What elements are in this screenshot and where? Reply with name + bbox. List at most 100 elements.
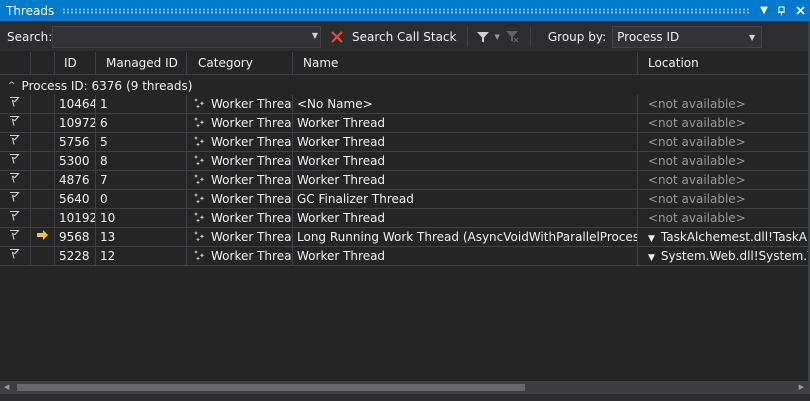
flag-thread-button[interactable] xyxy=(0,228,31,246)
table-row[interactable]: 5640 0 Worker Thread GC Finalizer Thread <no… xyxy=(0,190,810,209)
flag-icon[interactable] xyxy=(8,153,20,168)
window-title: Threads xyxy=(6,3,55,18)
col-current-header[interactable] xyxy=(31,52,55,75)
table-row[interactable]: 9568 13 Worker Thread Long Running Work Thr… xyxy=(0,228,810,247)
pin-window-button[interactable] xyxy=(774,3,790,19)
thread-id: 5300 xyxy=(55,152,96,170)
horizontal-scrollbar[interactable]: ◀ ▶ xyxy=(0,381,810,394)
thread-location: <not available> xyxy=(648,154,746,168)
window-title-bar: Threads ▼ xyxy=(0,0,810,21)
chevron-down-icon[interactable]: ▼ xyxy=(494,33,499,41)
clear-filter-button[interactable] xyxy=(505,29,519,46)
thread-managed-id: 7 xyxy=(96,171,187,189)
thread-managed-id: 0 xyxy=(96,190,187,208)
status-bar xyxy=(0,394,810,401)
flag-icon[interactable] xyxy=(8,115,20,130)
search-label: Search: xyxy=(7,30,53,44)
thread-category-cell: Worker Thread xyxy=(187,171,293,189)
flag-thread-button[interactable] xyxy=(0,190,31,208)
window-menu-dropdown-icon[interactable]: ▼ xyxy=(756,3,772,19)
thread-location: TaskAlchemest.dll!TaskAlchemest xyxy=(660,230,810,244)
thread-managed-id: 10 xyxy=(96,209,187,227)
col-location-header[interactable]: Location xyxy=(638,52,810,75)
thread-location-cell: <not available> xyxy=(638,209,810,227)
thread-id: 5756 xyxy=(55,133,96,151)
thread-name: Long Running Work Thread (AsyncVoidWithP… xyxy=(293,228,638,246)
expand-location-icon[interactable]: ▼ xyxy=(648,253,655,263)
flag-thread-button[interactable] xyxy=(0,133,31,151)
flag-thread-button[interactable] xyxy=(0,171,31,189)
current-thread-cell xyxy=(31,209,55,227)
worker-thread-icon xyxy=(193,210,207,228)
flag-icon[interactable] xyxy=(8,134,20,149)
thread-location-cell[interactable]: ▼ TaskAlchemest.dll!TaskAlchemest xyxy=(638,228,810,246)
thread-id: 5228 xyxy=(55,247,96,265)
thread-id: 10972 xyxy=(55,114,96,132)
clear-search-button[interactable] xyxy=(326,26,348,48)
col-managed-id-header[interactable]: Managed ID xyxy=(96,52,187,75)
flag-icon[interactable] xyxy=(8,248,20,263)
flag-icon[interactable] xyxy=(8,191,20,206)
scroll-left-icon[interactable]: ◀ xyxy=(4,383,9,391)
chevron-down-icon[interactable]: ▼ xyxy=(749,33,755,42)
thread-category-cell: Worker Thread xyxy=(187,247,293,265)
scroll-right-icon[interactable]: ▶ xyxy=(799,383,804,391)
close-window-button[interactable] xyxy=(792,3,808,19)
col-flag-header[interactable] xyxy=(0,52,31,75)
thread-location-cell: <not available> xyxy=(638,190,810,208)
table-row[interactable]: 4876 7 Worker Thread Worker Thread <not avai… xyxy=(0,171,810,190)
current-thread-cell xyxy=(31,114,55,132)
worker-thread-icon xyxy=(193,191,207,209)
current-thread-cell xyxy=(31,190,55,208)
current-thread-cell xyxy=(31,133,55,151)
table-row[interactable]: 10464 1 Worker Thread <No Name> <not availab… xyxy=(0,95,810,114)
flag-thread-button[interactable] xyxy=(0,95,31,113)
worker-thread-icon xyxy=(193,172,207,190)
flag-thread-button[interactable] xyxy=(0,152,31,170)
col-id-header[interactable]: ID xyxy=(55,52,96,75)
table-row[interactable]: 5300 8 Worker Thread Worker Thread <not avai… xyxy=(0,152,810,171)
table-row[interactable]: 10192 10 Worker Thread Worker Thread <not av… xyxy=(0,209,810,228)
flag-thread-button[interactable] xyxy=(0,247,31,265)
search-call-stack-toggle[interactable]: Search Call Stack xyxy=(352,30,456,44)
toolbar-separator xyxy=(529,27,531,47)
thread-location-cell[interactable]: ▼ System.Web.dll!System.Web xyxy=(638,247,810,265)
thread-category: Worker Thread xyxy=(211,97,293,111)
col-category-header[interactable]: Category xyxy=(187,52,293,75)
thread-name: Worker Thread xyxy=(293,209,638,227)
group-by-select[interactable]: Process ID ▼ xyxy=(612,26,763,48)
flag-thread-button[interactable] xyxy=(0,209,31,227)
thread-managed-id: 5 xyxy=(96,133,187,151)
thread-name: Worker Thread xyxy=(293,171,638,189)
thread-name: Worker Thread xyxy=(293,114,638,132)
flag-icon[interactable] xyxy=(8,229,20,244)
flag-thread-button[interactable] xyxy=(0,114,31,132)
thread-name: Worker Thread xyxy=(293,152,638,170)
flag-icon[interactable] xyxy=(8,172,20,187)
chevron-down-icon[interactable]: ▼ xyxy=(312,31,318,40)
thread-managed-id: 6 xyxy=(96,114,187,132)
thread-location: <not available> xyxy=(648,135,746,149)
thread-location: <not available> xyxy=(648,173,746,187)
group-thread-count: (9 threads) xyxy=(126,78,193,93)
flag-icon[interactable] xyxy=(8,210,20,225)
expand-location-icon[interactable]: ▼ xyxy=(648,234,655,244)
group-header-row[interactable]: ^ Process ID: 6376 (9 threads) xyxy=(0,76,810,95)
thread-id: 10192 xyxy=(55,209,96,227)
flag-icon[interactable] xyxy=(8,96,20,111)
table-row[interactable]: 5756 5 Worker Thread Worker Thread <not avai… xyxy=(0,133,810,152)
title-grip[interactable] xyxy=(62,7,750,14)
thread-location: <not available> xyxy=(648,97,746,111)
close-icon xyxy=(795,6,805,15)
thread-location-cell: <not available> xyxy=(638,114,810,132)
flag-filter-button[interactable]: ▼ xyxy=(476,30,500,44)
thread-id: 9568 xyxy=(55,228,96,246)
col-name-header[interactable]: Name xyxy=(293,52,638,75)
scrollbar-thumb[interactable] xyxy=(17,384,525,391)
search-combobox[interactable]: ▼ xyxy=(52,26,321,48)
search-input[interactable] xyxy=(53,27,320,47)
collapse-group-icon[interactable]: ^ xyxy=(8,81,16,91)
thread-category-cell: Worker Thread xyxy=(187,152,293,170)
table-row[interactable]: 5228 12 Worker Thread Worker Thread ▼ System.… xyxy=(0,247,810,266)
table-row[interactable]: 10972 6 Worker Thread Worker Thread <not ava… xyxy=(0,114,810,133)
